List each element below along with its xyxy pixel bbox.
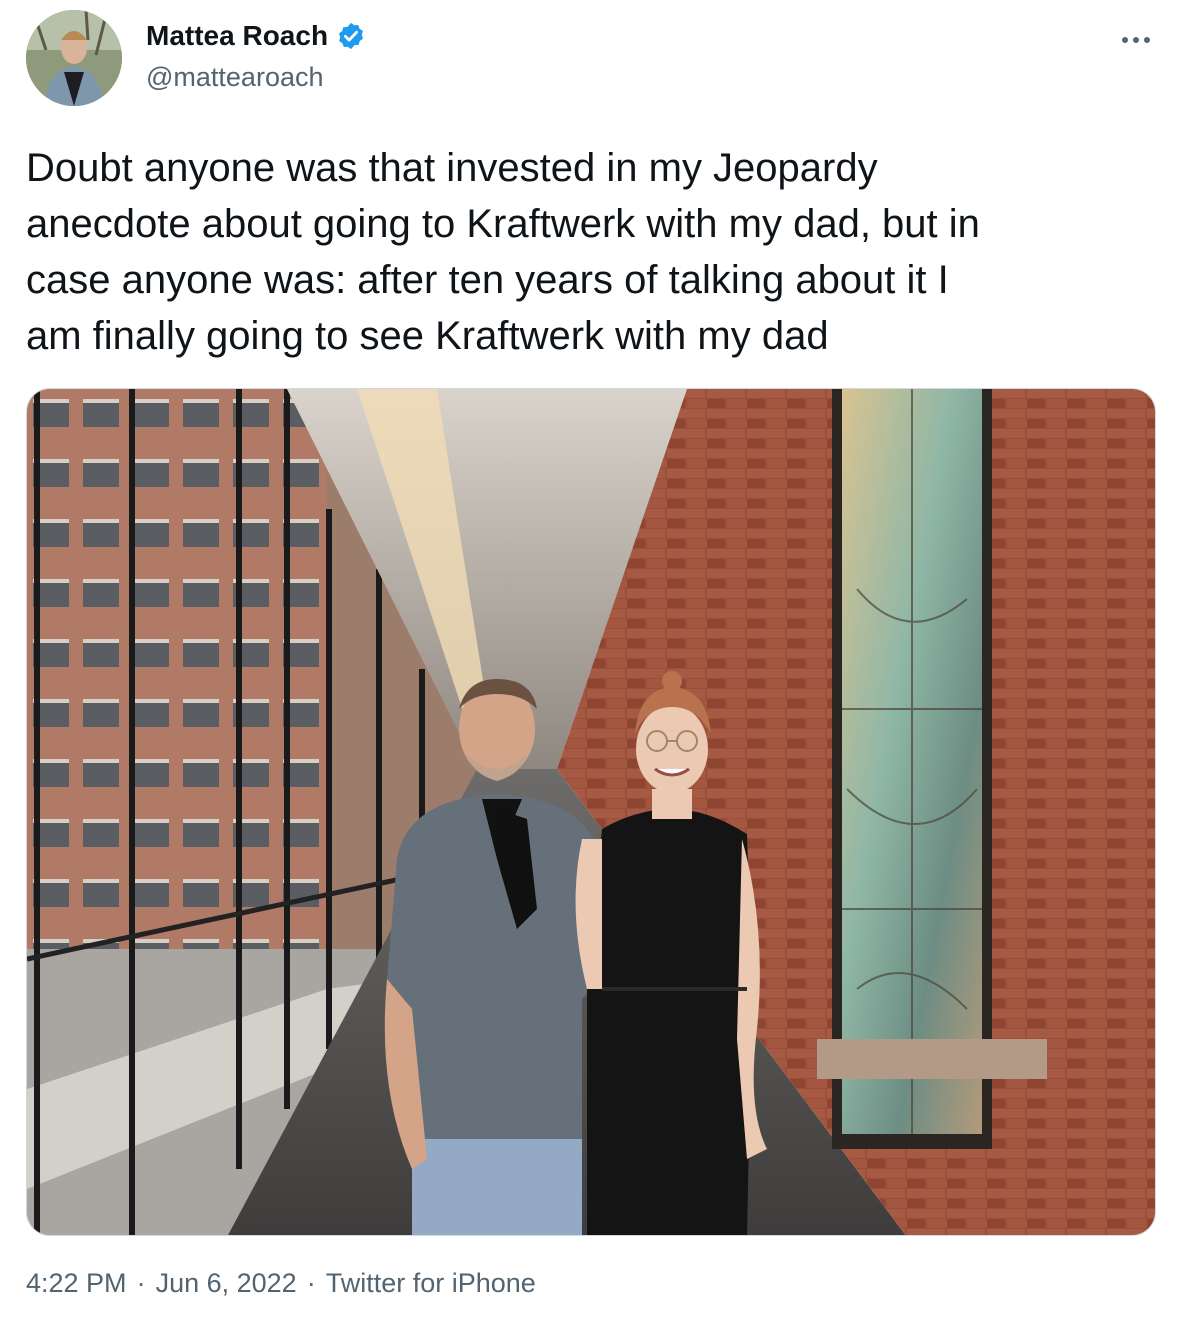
display-name[interactable]: Mattea Roach (146, 20, 328, 52)
dot (1133, 37, 1139, 43)
dot (1122, 37, 1128, 43)
tweet-source[interactable]: Twitter for iPhone (326, 1268, 536, 1299)
author-row: Mattea Roach (146, 20, 366, 52)
tweet-header: Mattea Roach @mattearoach (26, 10, 1156, 110)
verified-badge-icon (339, 22, 364, 50)
tweet-photo[interactable] (26, 388, 1156, 1236)
dot (1144, 37, 1150, 43)
tweet-footer: 4:22 PM · Jun 6, 2022 · Twitter for iPho… (26, 1268, 536, 1299)
tweet-date[interactable]: Jun 6, 2022 (156, 1268, 297, 1299)
separator: · (306, 1268, 316, 1298)
tweet-text: Doubt anyone was that invested in my Jeo… (26, 146, 980, 358)
more-horizontal-icon[interactable] (1116, 30, 1156, 50)
avatar[interactable] (26, 10, 122, 106)
author-handle[interactable]: @mattearoach (146, 62, 324, 93)
tweet-time[interactable]: 4:22 PM (26, 1268, 127, 1299)
separator: · (136, 1268, 146, 1298)
